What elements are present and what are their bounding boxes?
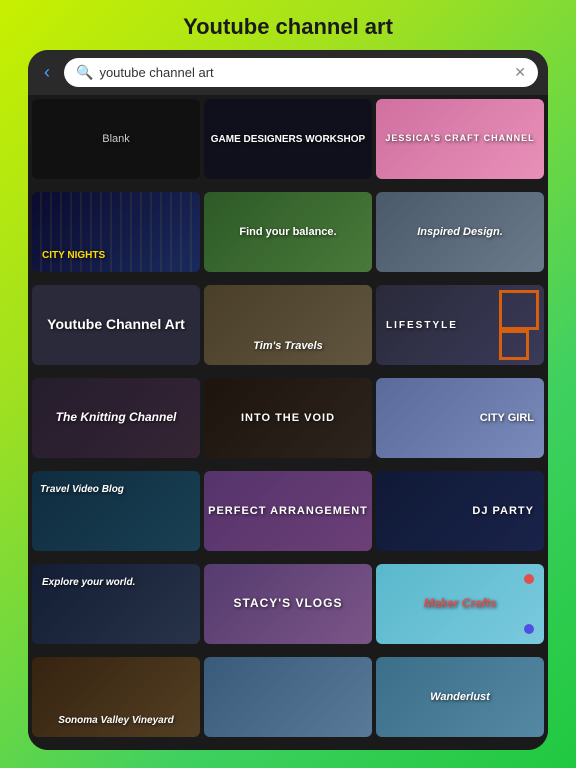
card-game-designers[interactable]: GAME DESIGNERS WORKSHOP bbox=[204, 99, 372, 179]
card-label: Find your balance. bbox=[235, 221, 340, 243]
card-label: Wanderlust bbox=[426, 686, 494, 708]
lifestyle-deco bbox=[499, 290, 539, 330]
card-label: LIFESTYLE bbox=[382, 315, 462, 336]
card-perfect-arrangement[interactable]: PERFECT ARRANGEMENT bbox=[204, 471, 372, 551]
card-label: The Knitting Channel bbox=[52, 406, 181, 430]
card-sonoma[interactable]: Sonoma Valley Vineyard bbox=[32, 657, 200, 737]
search-input[interactable]: youtube channel art bbox=[99, 65, 508, 80]
card-mountains[interactable] bbox=[204, 657, 372, 737]
card-label: JESSICA'S CRAFT CHANNEL bbox=[381, 129, 538, 149]
page-title: Youtube channel art bbox=[183, 0, 393, 50]
card-label: Sonoma Valley Vineyard bbox=[54, 710, 177, 731]
card-label: STACY'S VLOGS bbox=[230, 592, 347, 616]
card-explore[interactable]: Explore your world. bbox=[32, 564, 200, 644]
card-label bbox=[284, 693, 292, 701]
card-balance[interactable]: Find your balance. bbox=[204, 192, 372, 272]
search-icon: 🔍 bbox=[76, 64, 93, 81]
card-label: Blank bbox=[98, 128, 134, 150]
card-label: PERFECT ARRANGEMENT bbox=[204, 500, 372, 522]
card-label: Inspired Design. bbox=[413, 221, 507, 243]
card-stacy-vlogs[interactable]: STACY'S VLOGS bbox=[204, 564, 372, 644]
card-label: Tim's Travels bbox=[249, 335, 326, 357]
card-inspired[interactable]: Inspired Design. bbox=[376, 192, 544, 272]
card-tim-travels[interactable]: Tim's Travels bbox=[204, 285, 372, 365]
card-label: DJ PARTY bbox=[468, 500, 538, 522]
lifestyle-deco2 bbox=[499, 330, 529, 360]
card-dj-party[interactable]: DJ PARTY bbox=[376, 471, 544, 551]
card-label: Travel Video Blog bbox=[36, 479, 128, 500]
card-maker-crafts[interactable]: Maker Crafts bbox=[376, 564, 544, 644]
card-jessica[interactable]: JESSICA'S CRAFT CHANNEL bbox=[376, 99, 544, 179]
card-label: Maker Crafts bbox=[420, 592, 501, 616]
card-lifestyle[interactable]: LIFESTYLE bbox=[376, 285, 544, 365]
back-button[interactable]: ‹ bbox=[38, 60, 56, 85]
clear-button[interactable]: ✕ bbox=[514, 64, 526, 81]
search-input-wrap[interactable]: 🔍 youtube channel art ✕ bbox=[64, 58, 538, 87]
card-label: Explore your world. bbox=[38, 572, 139, 593]
card-label: Youtube Channel Art bbox=[43, 311, 189, 339]
card-wanderlust[interactable]: Wanderlust bbox=[376, 657, 544, 737]
card-label: CITY NIGHTS bbox=[38, 245, 109, 266]
device-frame: ‹ 🔍 youtube channel art ✕ Blank GAME DES… bbox=[28, 50, 548, 750]
card-label: INTO THE VOID bbox=[237, 407, 339, 429]
card-youtube-channel-art[interactable]: Youtube Channel Art bbox=[32, 285, 200, 365]
card-grid: Blank GAME DESIGNERS WORKSHOP JESSICA'S … bbox=[28, 95, 548, 750]
card-city-girl[interactable]: CITY GIRL bbox=[376, 378, 544, 458]
card-city-nights[interactable]: CITY NIGHTS bbox=[32, 192, 200, 272]
card-label: GAME DESIGNERS WORKSHOP bbox=[207, 129, 369, 150]
search-bar: ‹ 🔍 youtube channel art ✕ bbox=[28, 50, 548, 95]
card-knitting[interactable]: The Knitting Channel bbox=[32, 378, 200, 458]
card-blank[interactable]: Blank bbox=[32, 99, 200, 179]
card-into-void[interactable]: INTO THE VOID bbox=[204, 378, 372, 458]
card-label: CITY GIRL bbox=[476, 407, 538, 429]
card-travel-blog[interactable]: Travel Video Blog bbox=[32, 471, 200, 551]
